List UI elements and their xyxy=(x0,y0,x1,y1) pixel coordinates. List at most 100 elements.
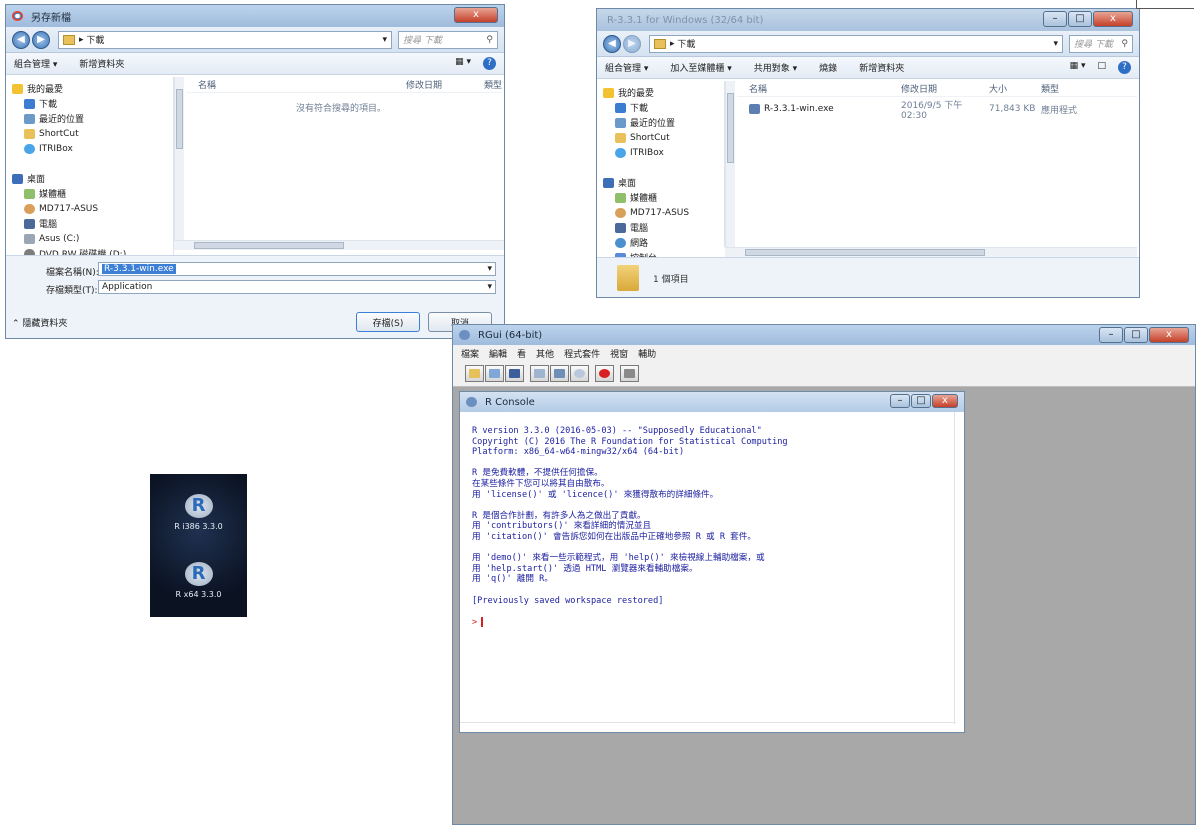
nav-item[interactable]: 桌面 xyxy=(597,175,724,190)
filetype-select[interactable]: Application ▾ xyxy=(98,280,496,294)
search-input[interactable]: 搜尋 下載 ⚲ xyxy=(1069,34,1133,53)
menu-item[interactable]: 輔助 xyxy=(638,347,656,360)
help-icon[interactable]: ? xyxy=(1118,61,1131,74)
file-row[interactable]: R-3.3.1-win.exe 2016/9/5 下午 02:30 71,843 K… xyxy=(737,101,1137,121)
chevron-down-icon[interactable]: ▾ xyxy=(382,35,387,45)
chevron-down-icon[interactable]: ▾ xyxy=(487,264,492,274)
search-input[interactable]: 搜尋 下載 ⚲ xyxy=(398,30,498,49)
menu-item[interactable]: 其他 xyxy=(536,347,554,360)
open-script-icon[interactable] xyxy=(465,365,484,382)
share-button[interactable]: 共用對象 ▾ xyxy=(754,61,797,74)
back-arrow-icon[interactable]: ◀ xyxy=(603,34,621,53)
column-type[interactable]: 類型 xyxy=(466,78,502,91)
file-hscrollbar[interactable] xyxy=(174,240,504,250)
save-workspace-icon[interactable] xyxy=(505,365,524,382)
new-folder-button[interactable]: 新增資料夾 xyxy=(859,61,904,74)
nav-item[interactable]: 電腦 xyxy=(597,220,724,235)
nav-item[interactable]: Asus (C:) xyxy=(6,231,173,246)
nav-item[interactable]: 桌面 xyxy=(6,171,173,186)
nav-item[interactable]: 電腦 xyxy=(6,216,173,231)
filename-field[interactable]: R-3.3.1-win.exe ▾ xyxy=(98,262,496,276)
save-dialog-titlebar[interactable]: 另存新檔 x xyxy=(6,5,504,27)
rgui-titlebar[interactable]: RGui (64-bit) – □ x xyxy=(453,325,1195,345)
menu-item[interactable]: 視窗 xyxy=(610,347,628,360)
column-date[interactable]: 修改日期 xyxy=(901,82,989,95)
help-icon[interactable]: ? xyxy=(483,57,496,70)
network-icon xyxy=(615,237,626,248)
menu-item[interactable]: 程式套件 xyxy=(564,347,600,360)
nav-item-label: 媒體櫃 xyxy=(39,190,67,200)
view-options-icon[interactable]: ▦ ▾ xyxy=(455,57,471,70)
console-line: 用 'demo()' 來看一些示範程式，用 'help()' 來檢視線上輔助檔案… xyxy=(472,553,765,564)
nav-item[interactable]: 媒體櫃 xyxy=(597,190,724,205)
back-arrow-icon[interactable]: ◀ xyxy=(12,30,30,49)
organize-button[interactable]: 組合管理 ▾ xyxy=(605,61,648,74)
column-date[interactable]: 修改日期 xyxy=(296,78,466,91)
minimize-icon[interactable]: – xyxy=(1099,327,1123,343)
address-bar[interactable]: ▸ 下載 ▾ xyxy=(649,34,1063,53)
console-hscrollbar[interactable] xyxy=(460,722,956,732)
console-output[interactable]: R version 3.3.0 (2016-05-03) -- "Suppose… xyxy=(472,426,942,712)
column-name[interactable]: 名稱 xyxy=(186,78,296,91)
shortcut-r-x64[interactable]: R R x64 3.3.0 xyxy=(150,562,247,599)
view-options-icon[interactable]: ▦ ▾ xyxy=(1070,61,1086,74)
print-icon[interactable] xyxy=(620,365,639,382)
add-to-library-button[interactable]: 加入至媒體櫃 ▾ xyxy=(670,61,731,74)
nav-item[interactable]: 我的最愛 xyxy=(597,85,724,100)
console-vscrollbar[interactable] xyxy=(954,412,964,724)
nav-item[interactable]: 下載 xyxy=(6,96,173,111)
nav-scrollbar[interactable] xyxy=(174,77,184,240)
maximize-icon[interactable]: □ xyxy=(911,394,931,408)
close-icon[interactable]: x xyxy=(454,7,498,23)
close-icon[interactable]: x xyxy=(1149,327,1189,343)
copy-icon[interactable] xyxy=(530,365,549,382)
address-bar[interactable]: ▸ 下載 ▾ xyxy=(58,30,392,49)
console-prompt[interactable]: > xyxy=(472,616,942,628)
nav-item[interactable]: ShortCut xyxy=(6,126,173,141)
maximize-icon[interactable]: □ xyxy=(1068,11,1092,27)
paste-icon[interactable] xyxy=(550,365,569,382)
load-workspace-icon[interactable] xyxy=(485,365,504,382)
chevron-down-icon[interactable]: ▾ xyxy=(487,282,492,292)
r-console-titlebar[interactable]: R Console – □ x xyxy=(460,392,964,412)
nav-item-label: ShortCut xyxy=(630,132,670,143)
chevron-down-icon[interactable]: ▾ xyxy=(1053,39,1058,49)
minimize-icon[interactable]: – xyxy=(1043,11,1067,27)
shortcut-label: R x64 3.3.0 xyxy=(175,590,222,599)
menu-item[interactable]: 檔案 xyxy=(461,347,479,360)
save-button[interactable]: 存檔(S) xyxy=(356,312,420,332)
nav-item[interactable]: ITRIBox xyxy=(6,141,173,156)
column-size[interactable]: 大小 xyxy=(989,82,1041,95)
forward-arrow-icon[interactable]: ▶ xyxy=(32,30,50,49)
nav-item[interactable]: MD717-ASUS xyxy=(597,205,724,220)
nav-scrollbar[interactable] xyxy=(725,81,735,247)
file-hscrollbar[interactable] xyxy=(725,247,1137,257)
shortcut-r-i386[interactable]: R R i386 3.3.0 xyxy=(150,494,247,531)
nav-item[interactable]: ITRIBox xyxy=(597,145,724,160)
forward-arrow-icon[interactable]: ▶ xyxy=(623,34,641,53)
new-folder-button[interactable]: 新增資料夾 xyxy=(79,57,124,70)
burn-button[interactable]: 燒錄 xyxy=(819,61,837,74)
explorer-titlebar[interactable]: R-3.3.1 for Windows (32/64 bit) – □ x xyxy=(597,9,1139,31)
menu-item[interactable]: 看 xyxy=(517,347,526,360)
column-name[interactable]: 名稱 xyxy=(737,82,901,95)
nav-item[interactable]: 網路 xyxy=(597,235,724,250)
menu-item[interactable]: 編輯 xyxy=(489,347,507,360)
nav-item[interactable]: ShortCut xyxy=(597,130,724,145)
organize-button[interactable]: 組合管理 ▾ xyxy=(14,57,57,70)
column-type[interactable]: 類型 xyxy=(1041,82,1101,95)
close-icon[interactable]: x xyxy=(1093,11,1133,27)
copy-paste-icon[interactable] xyxy=(570,365,589,382)
nav-item[interactable]: 下載 xyxy=(597,100,724,115)
stop-icon[interactable] xyxy=(595,365,614,382)
hide-folders-toggle[interactable]: ⌃ 隱藏資料夾 xyxy=(12,316,67,329)
nav-item[interactable]: MD717-ASUS xyxy=(6,201,173,216)
close-icon[interactable]: x xyxy=(932,394,958,408)
nav-item[interactable]: 我的最愛 xyxy=(6,81,173,96)
nav-item[interactable]: 媒體櫃 xyxy=(6,186,173,201)
nav-item[interactable]: 最近的位置 xyxy=(6,111,173,126)
preview-pane-icon[interactable]: □ xyxy=(1097,61,1106,74)
minimize-icon[interactable]: – xyxy=(890,394,910,408)
nav-item[interactable]: 最近的位置 xyxy=(597,115,724,130)
maximize-icon[interactable]: □ xyxy=(1124,327,1148,343)
